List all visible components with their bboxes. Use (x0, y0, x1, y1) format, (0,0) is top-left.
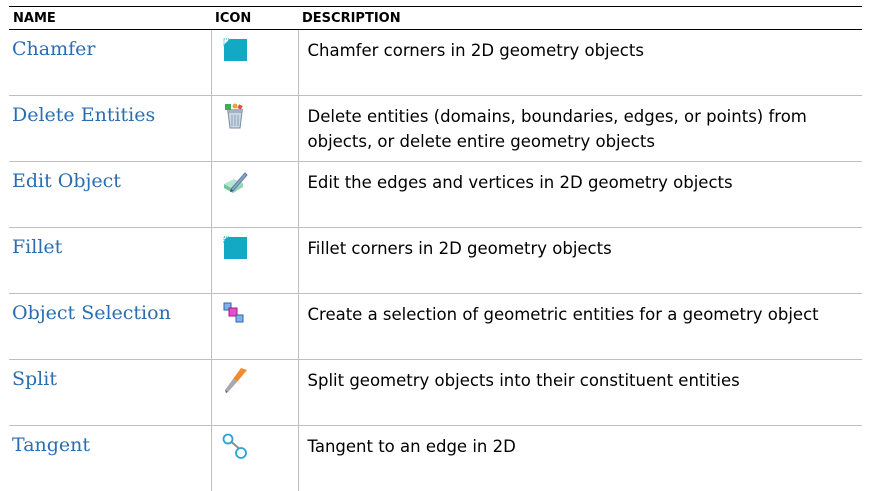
row-name-link[interactable]: Chamfer (12, 38, 95, 60)
header-name: NAME (9, 7, 211, 30)
geometry-operations-table: NAME ICON DESCRIPTION Chamfer Chamfer co… (9, 6, 862, 491)
fillet-icon (221, 234, 249, 262)
header-icon: ICON (211, 7, 298, 30)
row-name-link[interactable]: Delete Entities (12, 104, 155, 126)
row-description: Delete entities (domains, boundaries, ed… (298, 96, 862, 162)
table-row: Fillet Fillet corners in 2D geometry obj… (9, 228, 862, 294)
tangent-icon (221, 432, 249, 460)
row-description: Tangent to an edge in 2D (298, 426, 862, 491)
row-description: Fillet corners in 2D geometry objects (298, 228, 862, 294)
table-row: Edit Object Edit the edges and vertices … (9, 162, 862, 228)
table-row: Tangent Tangent to an edge in 2D (9, 426, 862, 491)
header-description: DESCRIPTION (298, 7, 862, 30)
table-row: Chamfer Chamfer corners in 2D geometry o… (9, 30, 862, 96)
row-description: Split geometry objects into their consti… (298, 360, 862, 426)
row-name-link[interactable]: Object Selection (12, 302, 171, 324)
row-name-link[interactable]: Split (12, 368, 57, 390)
row-name-link[interactable]: Tangent (12, 434, 90, 456)
chamfer-icon (221, 36, 249, 64)
edit-object-icon (221, 168, 249, 196)
row-description: Chamfer corners in 2D geometry objects (298, 30, 862, 96)
row-name-link[interactable]: Edit Object (12, 170, 121, 192)
delete-entities-icon (221, 102, 249, 130)
row-name-link[interactable]: Fillet (12, 236, 62, 258)
split-icon (221, 366, 249, 394)
row-description: Create a selection of geometric entities… (298, 294, 862, 360)
table-row: Delete Entities Delete entities (domains… (9, 96, 862, 162)
object-selection-icon (221, 300, 249, 328)
table-header-row: NAME ICON DESCRIPTION (9, 7, 862, 30)
table-row: Object Selection Create a selection of g… (9, 294, 862, 360)
table-row: Split Split geometry objects into their … (9, 360, 862, 426)
row-description: Edit the edges and vertices in 2D geomet… (298, 162, 862, 228)
